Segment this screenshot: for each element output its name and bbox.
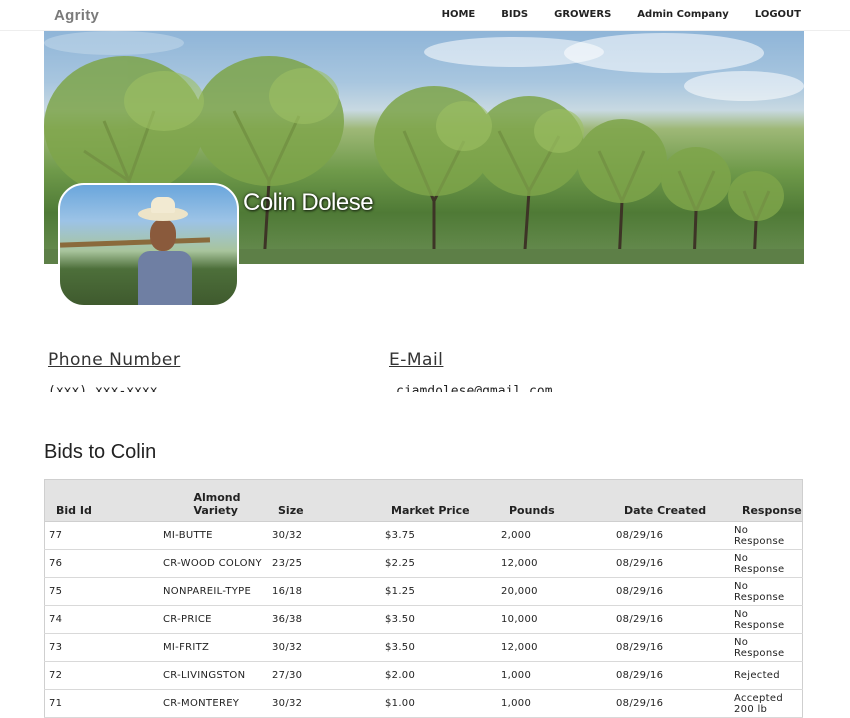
- price-cell: $1.00: [385, 689, 501, 718]
- bid-id-cell: 72: [44, 661, 163, 690]
- avatar-body: [138, 251, 192, 305]
- hoe-handle-decoration: [60, 237, 211, 248]
- date-cell: 08/29/16: [616, 633, 734, 662]
- bids-table-header: Bid Id Almond Variety Size Market Price …: [44, 479, 803, 522]
- table-row[interactable]: 71 CR-MONTEREY 30/32 $1.00 1,000 08/29/16 Acce…: [44, 689, 803, 718]
- bid-id-cell: 73: [44, 633, 163, 662]
- phone-number-label: Phone Number: [48, 350, 181, 370]
- pounds-cell: 1,000: [501, 661, 616, 690]
- pounds-cell: 12,000: [501, 549, 616, 578]
- date-cell: 08/29/16: [616, 661, 734, 690]
- date-cell: 08/29/16: [616, 521, 734, 550]
- pounds-cell: 2,000: [501, 521, 616, 550]
- nav-menu: HOME BIDS GROWERS Admin Company LOGOUT: [416, 9, 801, 20]
- price-cell: $3.75: [385, 521, 501, 550]
- variety-cell: CR-LIVINGSTON: [163, 661, 272, 690]
- top-navbar: Agrity HOME BIDS GROWERS Admin Company L…: [0, 0, 850, 31]
- price-cell: $2.25: [385, 549, 501, 578]
- price-cell: $3.50: [385, 605, 501, 634]
- nav-logout-link[interactable]: LOGOUT: [755, 9, 801, 20]
- grower-avatar: [58, 183, 239, 307]
- variety-cell: CR-WOOD COLONY: [163, 549, 272, 578]
- bid-id-cell: 77: [44, 521, 163, 550]
- date-cell: 08/29/16: [616, 605, 734, 634]
- col-almond-variety[interactable]: Almond Variety: [163, 479, 272, 522]
- col-pounds[interactable]: Pounds: [501, 479, 616, 522]
- bids-section-title: Bids to Colin: [44, 441, 157, 463]
- size-cell: 23/25: [272, 549, 385, 578]
- brand-logo[interactable]: Agrity: [54, 7, 99, 24]
- price-cell: $2.00: [385, 661, 501, 690]
- response-cell: No Response: [734, 549, 803, 578]
- price-cell: $3.50: [385, 633, 501, 662]
- response-cell: No Response: [734, 633, 803, 662]
- size-cell: 30/32: [272, 633, 385, 662]
- variety-cell: CR-MONTEREY: [163, 689, 272, 718]
- phone-number-value: (xxx) xxx-xxxx: [48, 384, 158, 392]
- nav-growers-link[interactable]: GROWERS: [554, 9, 611, 20]
- table-row[interactable]: 74 CR-PRICE 36/38 $3.50 10,000 08/29/16 No Res…: [44, 605, 803, 634]
- col-size[interactable]: Size: [272, 479, 385, 522]
- pounds-cell: 20,000: [501, 577, 616, 606]
- variety-cell: CR-PRICE: [163, 605, 272, 634]
- date-cell: 08/29/16: [616, 577, 734, 606]
- bids-table: Bid Id Almond Variety Size Market Price …: [44, 479, 803, 718]
- size-cell: 27/30: [272, 661, 385, 690]
- pounds-cell: 12,000: [501, 633, 616, 662]
- bid-id-cell: 75: [44, 577, 163, 606]
- variety-cell: MI-FRITZ: [163, 633, 272, 662]
- size-cell: 30/32: [272, 521, 385, 550]
- response-cell: No Response: [734, 521, 803, 550]
- size-cell: 16/18: [272, 577, 385, 606]
- date-cell: 08/29/16: [616, 549, 734, 578]
- pounds-cell: 1,000: [501, 689, 616, 718]
- col-response[interactable]: Response: [734, 479, 803, 522]
- nav-admin-company-link[interactable]: Admin Company: [637, 9, 729, 20]
- avatar-hat-crown: [151, 197, 175, 213]
- nav-home-link[interactable]: HOME: [442, 9, 476, 20]
- col-market-price[interactable]: Market Price: [385, 479, 501, 522]
- table-row[interactable]: 72 CR-LIVINGSTON 27/30 $2.00 1,000 08/29/16 Re…: [44, 661, 803, 690]
- table-row[interactable]: 73 MI-FRITZ 30/32 $3.50 12,000 08/29/16 No Res…: [44, 633, 803, 662]
- price-cell: $1.25: [385, 577, 501, 606]
- variety-cell: MI-BUTTE: [163, 521, 272, 550]
- response-cell: Accepted 200 lb: [734, 689, 803, 718]
- size-cell: 30/32: [272, 689, 385, 718]
- bid-id-cell: 74: [44, 605, 163, 634]
- response-cell: No Response: [734, 605, 803, 634]
- response-cell: No Response: [734, 577, 803, 606]
- col-date-created[interactable]: Date Created: [616, 479, 734, 522]
- nav-bids-link[interactable]: BIDS: [501, 9, 528, 20]
- table-row[interactable]: 75 NONPAREIL-TYPE 16/18 $1.25 20,000 08/29/16…: [44, 577, 803, 606]
- response-cell: Rejected: [734, 661, 803, 690]
- table-row[interactable]: 76 CR-WOOD COLONY 23/25 $2.25 12,000 08/29/16…: [44, 549, 803, 578]
- col-almond-variety-label: Almond Variety: [193, 491, 241, 517]
- bid-id-cell: 71: [44, 689, 163, 718]
- variety-cell: NONPAREIL-TYPE: [163, 577, 272, 606]
- profile-name: Colin Dolese: [243, 189, 374, 216]
- date-cell: 08/29/16: [616, 689, 734, 718]
- email-value[interactable]: cjamdolese@gmail.com: [396, 380, 566, 392]
- bid-id-cell: 76: [44, 549, 163, 578]
- pounds-cell: 10,000: [501, 605, 616, 634]
- email-label: E-Mail: [389, 350, 444, 370]
- avatar-head: [150, 219, 176, 251]
- col-bid-id[interactable]: Bid Id: [44, 479, 163, 522]
- table-row[interactable]: 77 MI-BUTTE 30/32 $3.75 2,000 08/29/16 No Resp…: [44, 521, 803, 550]
- size-cell: 36/38: [272, 605, 385, 634]
